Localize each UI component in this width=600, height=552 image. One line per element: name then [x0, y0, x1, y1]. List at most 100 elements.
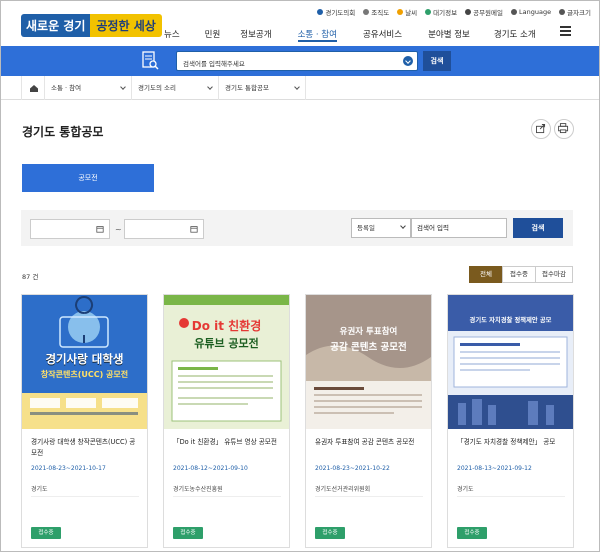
- start-date-input[interactable]: [30, 219, 110, 239]
- print-button[interactable]: [554, 119, 574, 139]
- poster-subheadline: 공감 콘텐츠 공모전: [330, 342, 407, 353]
- main-nav: 뉴스 민원 정보공개 소통 · 참여 공유서비스 분야별 정보 경기도 소개: [161, 28, 536, 42]
- contest-card[interactable]: 경기도 자치경찰 정책제안 공모 「경기도 자치경찰 정책제안」 공모 2021…: [447, 294, 574, 548]
- nav-shared-services[interactable]: 공유서비스: [363, 28, 402, 42]
- chevron-down-icon: [120, 84, 126, 90]
- card-period: 2021-08-23~2021-10-22: [315, 465, 390, 472]
- sort-select[interactable]: 등록일: [351, 218, 411, 238]
- poster-image[interactable]: 경기사랑 대학생 창작콘텐츠(UCC) 공모전: [22, 295, 147, 429]
- page-title: 경기도 통합공모: [22, 125, 104, 139]
- status-badge: 접수중: [173, 527, 203, 539]
- utility-weather-link[interactable]: 날씨: [397, 7, 417, 17]
- tab-closed[interactable]: 접수마감: [535, 266, 573, 283]
- search-band: 검색어를 입력해주세요 검색: [1, 46, 599, 76]
- filter-panel: ~ 등록일 검색어 입력 검색: [21, 210, 573, 246]
- card-title[interactable]: 유권자 투표참여 공감 콘텐츠 공모전: [315, 437, 425, 448]
- contest-card[interactable]: 유권자 투표참여 공감 콘텐츠 공모전 유권자 투표참여 공감 콘텐츠 공모전 …: [305, 294, 432, 548]
- nav-field-info[interactable]: 분야별 정보: [428, 28, 470, 42]
- card-title[interactable]: 「경기도 자치경찰 정책제안」 공모: [457, 437, 567, 448]
- share-button[interactable]: [531, 119, 551, 139]
- nav-information-disclosure[interactable]: 정보공개: [240, 28, 271, 42]
- poster-image[interactable]: 유권자 투표참여 공감 콘텐츠 공모전: [306, 295, 431, 429]
- nav-civil-service[interactable]: 민원: [205, 28, 221, 42]
- poster-illustration: [164, 295, 289, 429]
- card-divider: [173, 496, 281, 497]
- print-icon: [558, 123, 569, 134]
- utility-language-link[interactable]: Language: [511, 8, 551, 16]
- breadcrumb-item-3[interactable]: 경기도 통합공모: [219, 76, 306, 100]
- card-organization: 경기도선거관리위원회: [315, 486, 371, 493]
- date-range-separator: ~: [115, 225, 122, 234]
- utility-font-size-link[interactable]: 글자크기: [559, 7, 591, 17]
- search-button[interactable]: 검색: [423, 51, 451, 71]
- status-badge: 접수중: [31, 527, 61, 539]
- tab-accepting[interactable]: 접수중: [502, 266, 536, 283]
- end-date-input[interactable]: [124, 219, 204, 239]
- contest-card[interactable]: Do it 친환경 유튜브 공모전 「Do it 친환경」 유튜브 영상 공모전…: [163, 294, 290, 548]
- search-input[interactable]: 검색어를 입력해주세요: [176, 51, 418, 71]
- filter-search-button[interactable]: 검색: [513, 218, 563, 238]
- globe-icon: [511, 9, 517, 15]
- tab-contest[interactable]: 공모전: [22, 164, 154, 192]
- poster-headline: 경기도 자치경찰 정책제안 공모: [469, 317, 552, 324]
- breadcrumb-label: 경기도 통합공모: [225, 84, 269, 92]
- contest-card[interactable]: 경기사랑 대학생 창작콘텐츠(UCC) 공모전 경기사랑 대학생 창작콘텐츠(U…: [21, 294, 148, 548]
- chevron-down-icon[interactable]: [403, 56, 413, 66]
- font-size-icon: [559, 9, 566, 15]
- poster-image[interactable]: Do it 친환경 유튜브 공모전: [164, 295, 289, 429]
- card-title[interactable]: 경기사랑 대학생 창작콘텐츠(UCC) 공모전: [31, 437, 141, 459]
- poster-illustration: [306, 295, 431, 429]
- status-badge: 접수중: [457, 527, 487, 539]
- breadcrumb-item-2[interactable]: 경기도의 소리: [132, 76, 219, 100]
- poster-image[interactable]: 경기도 자치경찰 정책제안 공모: [448, 295, 573, 429]
- home-icon[interactable]: [21, 76, 45, 100]
- nav-news[interactable]: 뉴스: [164, 28, 180, 42]
- breadcrumb-label: 경기도의 소리: [138, 84, 176, 92]
- card-organization: 경기도농수산진흥원: [173, 486, 223, 493]
- utility-label: Language: [519, 8, 552, 16]
- poster-subheadline: 유튜브 공모전: [194, 337, 259, 350]
- calendar-icon[interactable]: [96, 225, 104, 233]
- utility-org-chart-link[interactable]: 조직도: [363, 7, 389, 17]
- utility-label: 날씨: [405, 9, 418, 17]
- utility-mail-link[interactable]: 공무원메일: [465, 7, 503, 17]
- utility-council-link[interactable]: 경기도의회: [317, 7, 355, 17]
- utility-label: 대기정보: [433, 9, 458, 17]
- chevron-down-icon: [207, 84, 213, 90]
- utility-label: 조직도: [371, 9, 390, 17]
- result-count: 87 건: [22, 273, 39, 281]
- weather-icon: [397, 9, 404, 15]
- document-search-icon: [142, 51, 159, 70]
- nav-communication[interactable]: 소통 · 참여: [297, 28, 337, 42]
- tab-all[interactable]: 전체: [469, 266, 503, 283]
- calendar-icon[interactable]: [190, 225, 198, 233]
- council-icon: [317, 9, 324, 15]
- chevron-down-icon: [294, 84, 300, 90]
- air-quality-icon: [425, 9, 432, 15]
- org-chart-icon: [363, 9, 370, 15]
- card-period: 2021-08-13~2021-09-12: [457, 465, 532, 472]
- card-organization: 경기도: [457, 486, 474, 493]
- card-period: 2021-08-12~2021-09-10: [173, 465, 248, 472]
- hamburger-menu-icon[interactable]: [560, 26, 571, 36]
- utility-label: 경기도의회: [325, 9, 356, 17]
- card-title[interactable]: 「Do it 친환경」 유튜브 영상 공모전: [173, 437, 283, 448]
- breadcrumb-item-1[interactable]: 소통 · 참여: [45, 76, 132, 100]
- nav-about-gyeonggi[interactable]: 경기도 소개: [494, 28, 536, 42]
- site-logo[interactable]: 새로운 경기 공정한 세상: [21, 14, 162, 37]
- breadcrumb: 소통 · 참여 경기도의 소리 경기도 통합공모: [1, 76, 599, 100]
- poster-headline: Do it 친환경: [191, 319, 262, 333]
- status-tabs: 전체 접수중 접수마감: [469, 266, 573, 283]
- utility-air-quality-link[interactable]: 대기정보: [425, 7, 457, 17]
- search-placeholder: 검색어를 입력해주세요: [183, 60, 245, 68]
- keyword-input[interactable]: 검색어 입력: [411, 218, 507, 238]
- card-period: 2021-08-23~2021-10-17: [31, 465, 106, 472]
- poster-headline: 경기사랑 대학생: [45, 352, 124, 366]
- poster-headline: 유권자 투표참여: [339, 327, 398, 337]
- utility-bar: 경기도의회 조직도 날씨 대기정보 공무원메일 Language 글자크기: [317, 5, 591, 19]
- logo-part-2: 공정한 세상: [90, 14, 162, 37]
- share-icon: [536, 124, 546, 134]
- card-divider: [457, 496, 565, 497]
- page: 경기도의회 조직도 날씨 대기정보 공무원메일 Language 글자크기 새로…: [0, 0, 600, 552]
- card-organization: 경기도: [31, 486, 48, 493]
